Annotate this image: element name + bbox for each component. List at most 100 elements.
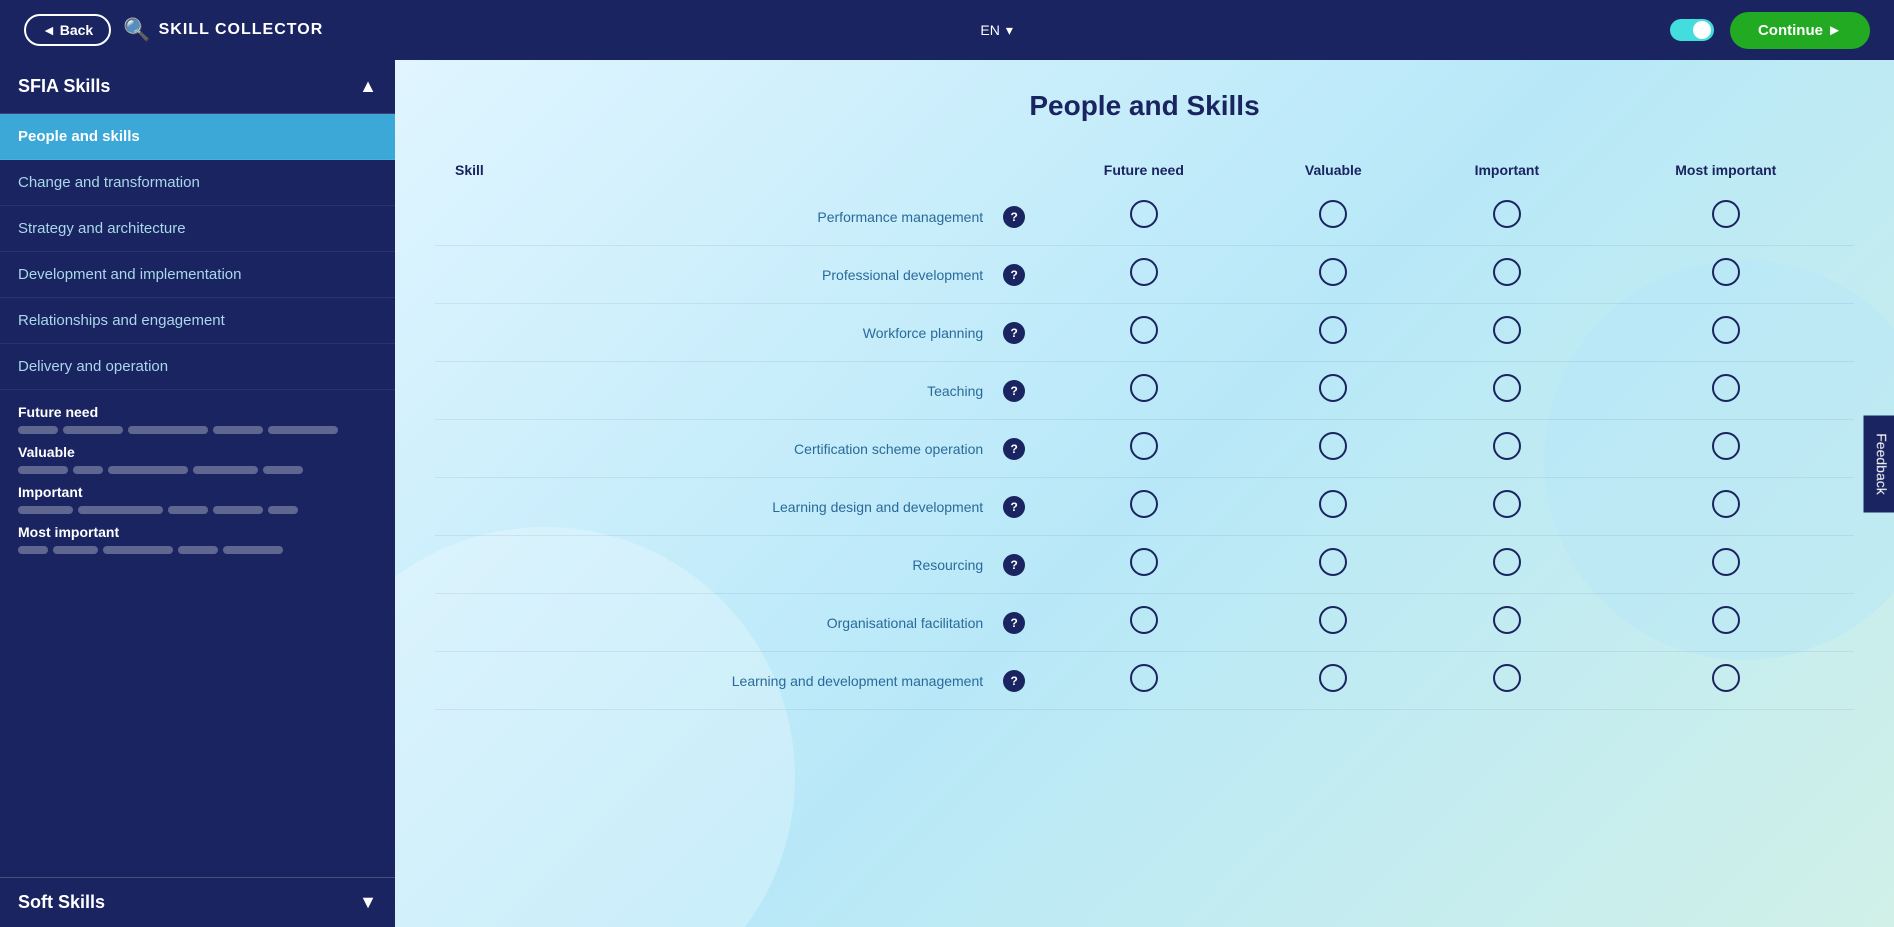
- radio-valuable[interactable]: [1319, 316, 1347, 344]
- radio-cell-future_need: [1037, 188, 1250, 246]
- radio-cell-future_need: [1037, 536, 1250, 594]
- radio-future_need[interactable]: [1130, 548, 1158, 576]
- radio-cell-valuable: [1251, 594, 1417, 652]
- sidebar-item-relationships-and-engagement[interactable]: Relationships and engagement: [0, 298, 395, 344]
- radio-important[interactable]: [1493, 316, 1521, 344]
- radio-cell-most_important: [1598, 188, 1854, 246]
- help-icon[interactable]: ?: [1003, 322, 1025, 344]
- sidebar-item-change-and-transformation[interactable]: Change and transformation: [0, 160, 395, 206]
- th-important: Important: [1416, 152, 1597, 188]
- sidebar-item-label: Relationships and engagement: [18, 312, 225, 329]
- radio-future_need[interactable]: [1130, 606, 1158, 634]
- sidebar-item-label: Delivery and operation: [18, 358, 168, 375]
- help-icon[interactable]: ?: [1003, 496, 1025, 518]
- skill-name-cell: Performance management: [435, 188, 991, 246]
- radio-future_need[interactable]: [1130, 374, 1158, 402]
- legend-bar: [168, 506, 208, 514]
- logo-area: 🔍 SKILL COLLECTOR: [123, 17, 323, 43]
- radio-cell-future_need: [1037, 246, 1250, 304]
- legend-valuable-title: Valuable: [18, 444, 377, 460]
- skills-table: Skill Future need Valuable Important Mos…: [435, 152, 1854, 710]
- legend-most-important-bars: [18, 546, 377, 554]
- radio-important[interactable]: [1493, 432, 1521, 460]
- skill-name-cell: Learning design and development: [435, 478, 991, 536]
- radio-cell-future_need: [1037, 304, 1250, 362]
- radio-most_important[interactable]: [1712, 258, 1740, 286]
- sfia-section-header[interactable]: SFIA Skills ▲: [0, 60, 395, 114]
- radio-cell-valuable: [1251, 536, 1417, 594]
- radio-future_need[interactable]: [1130, 316, 1158, 344]
- skill-name-cell: Organisational facilitation: [435, 594, 991, 652]
- theme-toggle[interactable]: [1670, 19, 1714, 41]
- radio-most_important[interactable]: [1712, 490, 1740, 518]
- radio-future_need[interactable]: [1130, 200, 1158, 228]
- radio-valuable[interactable]: [1319, 606, 1347, 634]
- radio-most_important[interactable]: [1712, 606, 1740, 634]
- help-icon[interactable]: ?: [1003, 438, 1025, 460]
- sidebar-item-people-and-skills[interactable]: People and skills: [0, 114, 395, 160]
- sidebar-item-label: Development and implementation: [18, 266, 241, 283]
- radio-cell-important: [1416, 246, 1597, 304]
- help-icon[interactable]: ?: [1003, 264, 1025, 286]
- feedback-tab[interactable]: Feedback: [1863, 415, 1894, 512]
- help-cell: ?: [991, 188, 1037, 246]
- soft-skills-section-header[interactable]: Soft Skills ▼: [0, 877, 395, 927]
- continue-button[interactable]: Continue ►: [1730, 12, 1870, 49]
- language-arrow: ▾: [1006, 22, 1013, 39]
- sidebar-item-delivery-and-operation[interactable]: Delivery and operation: [0, 344, 395, 390]
- radio-valuable[interactable]: [1319, 258, 1347, 286]
- radio-most_important[interactable]: [1712, 374, 1740, 402]
- radio-cell-important: [1416, 594, 1597, 652]
- radio-cell-future_need: [1037, 420, 1250, 478]
- radio-valuable[interactable]: [1319, 664, 1347, 692]
- radio-valuable[interactable]: [1319, 200, 1347, 228]
- radio-cell-most_important: [1598, 304, 1854, 362]
- radio-important[interactable]: [1493, 606, 1521, 634]
- legend-bar: [53, 546, 98, 554]
- help-icon[interactable]: ?: [1003, 554, 1025, 576]
- help-icon[interactable]: ?: [1003, 612, 1025, 634]
- radio-important[interactable]: [1493, 548, 1521, 576]
- radio-most_important[interactable]: [1712, 432, 1740, 460]
- legend-bar: [63, 426, 123, 434]
- table-row: Professional development?: [435, 246, 1854, 304]
- radio-valuable[interactable]: [1319, 548, 1347, 576]
- legend-bar: [18, 426, 58, 434]
- app-header: ◄ Back 🔍 SKILL COLLECTOR EN ▾ Continue ►: [0, 0, 1894, 60]
- table-row: Organisational facilitation?: [435, 594, 1854, 652]
- radio-important[interactable]: [1493, 664, 1521, 692]
- radio-cell-valuable: [1251, 304, 1417, 362]
- legend-future-need-title: Future need: [18, 404, 377, 420]
- radio-most_important[interactable]: [1712, 664, 1740, 692]
- legend-bar: [268, 506, 298, 514]
- sidebar-item-development-and-implementation[interactable]: Development and implementation: [0, 252, 395, 298]
- back-button[interactable]: ◄ Back: [24, 14, 111, 46]
- skill-name-cell: Learning and development management: [435, 652, 991, 710]
- logo-icon: 🔍: [123, 17, 150, 43]
- radio-cell-most_important: [1598, 420, 1854, 478]
- legend-bar: [263, 466, 303, 474]
- radio-most_important[interactable]: [1712, 316, 1740, 344]
- legend-future-need-bars: [18, 426, 377, 434]
- radio-cell-most_important: [1598, 594, 1854, 652]
- radio-future_need[interactable]: [1130, 258, 1158, 286]
- radio-important[interactable]: [1493, 200, 1521, 228]
- radio-future_need[interactable]: [1130, 664, 1158, 692]
- radio-important[interactable]: [1493, 258, 1521, 286]
- radio-valuable[interactable]: [1319, 490, 1347, 518]
- radio-important[interactable]: [1493, 374, 1521, 402]
- radio-most_important[interactable]: [1712, 200, 1740, 228]
- radio-important[interactable]: [1493, 490, 1521, 518]
- radio-valuable[interactable]: [1319, 374, 1347, 402]
- radio-future_need[interactable]: [1130, 432, 1158, 460]
- radio-future_need[interactable]: [1130, 490, 1158, 518]
- radio-most_important[interactable]: [1712, 548, 1740, 576]
- legend-bar: [213, 426, 263, 434]
- sidebar-item-strategy-and-architecture[interactable]: Strategy and architecture: [0, 206, 395, 252]
- legend-bar: [268, 426, 338, 434]
- help-icon[interactable]: ?: [1003, 670, 1025, 692]
- help-icon[interactable]: ?: [1003, 206, 1025, 228]
- radio-valuable[interactable]: [1319, 432, 1347, 460]
- legend-bar: [73, 466, 103, 474]
- help-icon[interactable]: ?: [1003, 380, 1025, 402]
